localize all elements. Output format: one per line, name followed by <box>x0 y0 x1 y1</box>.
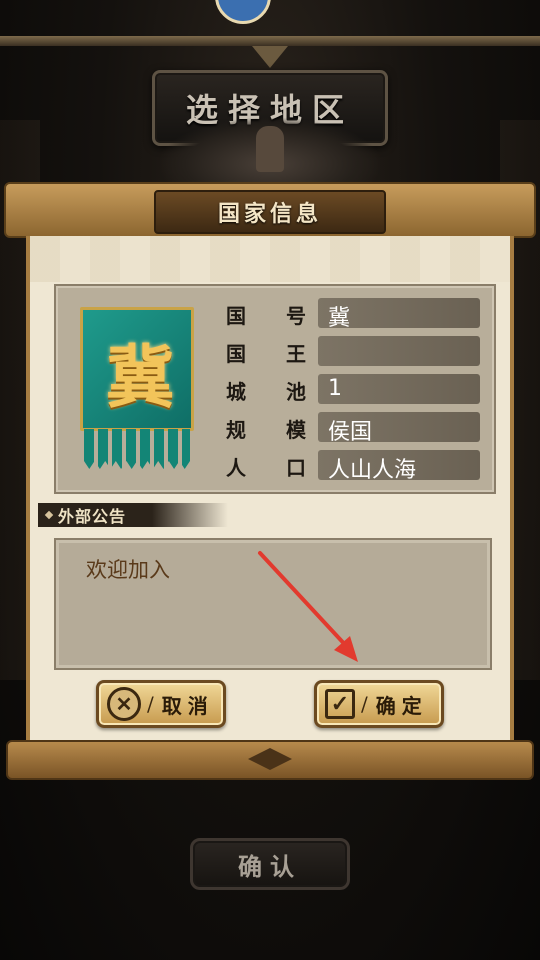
banner-character: 冀 <box>105 338 174 418</box>
info-label: 国号 <box>226 304 306 328</box>
info-row-nation-name: 国号 冀 <box>226 298 482 331</box>
dialog-title-plate: 国家信息 <box>154 190 386 234</box>
notice-title: 外部公告 <box>58 507 127 526</box>
nation-banner-flag: 冀 <box>80 307 194 469</box>
info-label: 国王 <box>226 342 306 366</box>
info-label: 规模 <box>226 418 306 442</box>
close-icon: ✕ <box>107 687 141 721</box>
title-frame: 选择地区 <box>0 32 540 146</box>
confirm-region-button-label: 确认 <box>238 851 302 881</box>
info-value-box: 人山人海 <box>318 450 480 483</box>
cloud-pattern-band <box>30 236 510 282</box>
info-row-population: 人口 人山人海 <box>226 450 482 483</box>
cancel-button-label: 取消 <box>161 693 214 718</box>
info-row-cities: 城池 1 <box>226 374 482 404</box>
info-row-scale: 规模 侯国 <box>226 412 482 445</box>
button-separator: / <box>361 692 368 716</box>
info-value: 冀 <box>328 306 351 331</box>
dialog-title: 国家信息 <box>217 201 322 227</box>
diamond-icon <box>44 510 54 520</box>
title-rail <box>0 36 540 46</box>
info-label: 人口 <box>226 456 306 480</box>
info-value-box: 侯国 <box>318 412 480 445</box>
notice-header: 外部公告 <box>38 503 228 527</box>
banner-cloth: 冀 <box>80 307 194 431</box>
info-value-box <box>318 336 480 366</box>
info-row-king: 国王 <box>226 336 482 366</box>
cancel-button[interactable]: ✕ / 取消 <box>96 680 226 728</box>
info-value: 人山人海 <box>328 458 417 483</box>
notice-text: 欢迎加入 <box>86 558 170 582</box>
info-value-box: 1 <box>318 374 480 404</box>
info-value: 1 <box>328 376 342 401</box>
info-value-box: 冀 <box>318 298 480 331</box>
confirm-button-label: 确定 <box>375 693 428 718</box>
info-value: 侯国 <box>328 420 373 445</box>
dragon-crest-icon <box>160 118 380 184</box>
banner-tassels <box>84 429 190 469</box>
info-label: 城池 <box>226 380 306 404</box>
checkmark-icon: ✓ <box>325 689 355 719</box>
button-separator: / <box>147 692 154 716</box>
notice-box: 欢迎加入 <box>54 538 492 670</box>
confirm-button[interactable]: ✓ / 确定 <box>314 680 444 728</box>
confirm-region-button[interactable]: 确认 <box>190 838 350 890</box>
title-pendant <box>252 46 288 68</box>
